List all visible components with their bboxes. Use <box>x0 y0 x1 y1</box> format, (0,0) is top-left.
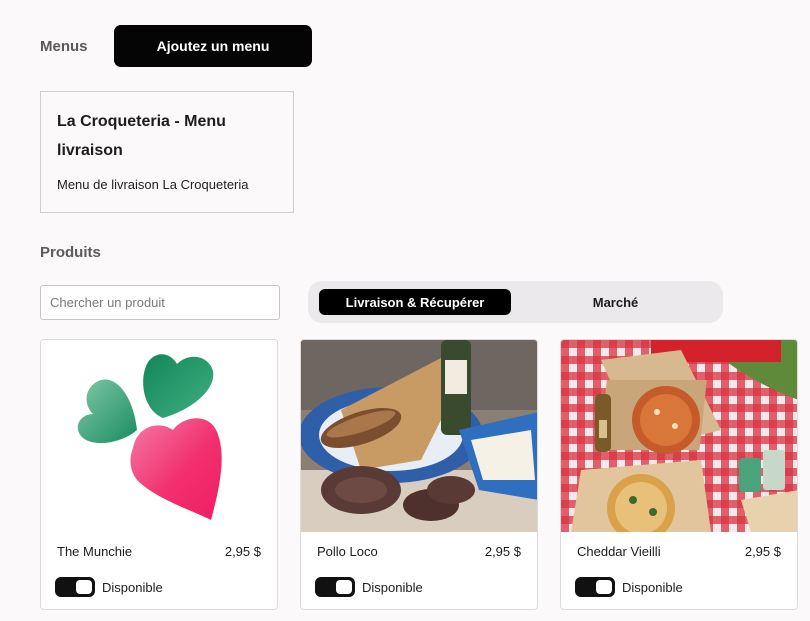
menu-card-title: La Croqueteria - Menu livraison <box>57 113 226 159</box>
add-menu-button[interactable]: Ajoutez un menu <box>114 25 312 67</box>
toggle-knob <box>76 580 92 594</box>
availability-toggle[interactable] <box>55 577 95 597</box>
product-card[interactable]: Cheddar Vieilli 2,95 $ Disponible <box>560 339 798 610</box>
products-section-label: Produits <box>40 244 101 261</box>
availability-label: Disponible <box>362 580 423 595</box>
product-name: The Munchie <box>57 544 133 559</box>
radish-logo-icon <box>41 340 277 532</box>
availability-toggle[interactable] <box>575 577 615 597</box>
menu-card[interactable]: La Croqueteria - Menu livraison Menu de … <box>40 91 294 213</box>
menu-card-description: Menu de livraison La Croqueteria <box>57 177 249 192</box>
toggle-knob <box>336 580 352 594</box>
tab-market[interactable]: Marché <box>518 289 713 315</box>
product-name: Cheddar Vieilli <box>577 544 661 559</box>
product-name: Pollo Loco <box>317 544 378 559</box>
charcuterie-photo <box>301 340 537 532</box>
pizza-picnic-photo <box>561 340 797 532</box>
menus-section-label: Menus <box>40 38 88 55</box>
product-card[interactable]: Pollo Loco 2,95 $ Disponible <box>300 339 538 610</box>
availability-toggle[interactable] <box>315 577 355 597</box>
product-price: 2,95 $ <box>744 544 781 559</box>
product-search-input[interactable] <box>40 285 280 320</box>
product-channel-tabs: Livraison & Récupérer Marché <box>308 281 723 323</box>
tab-delivery-pickup[interactable]: Livraison & Récupérer <box>319 289 511 315</box>
product-price: 2,95 $ <box>484 544 521 559</box>
product-card[interactable]: The Munchie 2,95 $ Disponible <box>40 339 278 610</box>
product-price: 2,95 $ <box>224 544 261 559</box>
availability-label: Disponible <box>102 580 163 595</box>
toggle-knob <box>596 580 612 594</box>
availability-label: Disponible <box>622 580 683 595</box>
